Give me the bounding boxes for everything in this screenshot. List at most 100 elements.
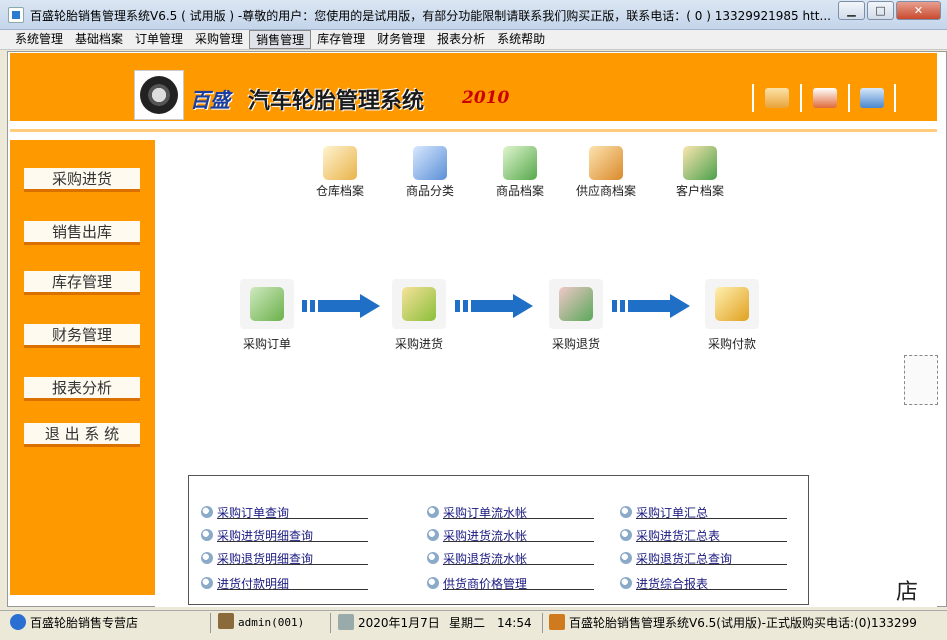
sidebar-item-reports[interactable]: 报表分析 bbox=[24, 377, 140, 401]
flow-arrow-2 bbox=[455, 294, 535, 318]
sidebar-item-sales-out[interactable]: 销售出库 bbox=[24, 221, 140, 245]
menu-finance[interactable]: 财务管理 bbox=[371, 30, 431, 49]
flow-purchase-in[interactable]: 采购进货 bbox=[379, 279, 459, 352]
brand-name: 百盛 bbox=[190, 88, 230, 112]
flow-purchase-return[interactable]: 采购退货 bbox=[536, 279, 616, 352]
sidebar-item-inventory[interactable]: 库存管理 bbox=[24, 271, 140, 295]
search-icon bbox=[620, 529, 632, 541]
sidebar: 采购进货 销售出库 库存管理 财务管理 报表分析 退 出 系 统 bbox=[10, 140, 155, 595]
menu-bar: 系统管理 基础档案 订单管理 采购管理 销售管理 库存管理 财务管理 报表分析 … bbox=[0, 30, 947, 50]
mail-icon bbox=[813, 88, 837, 108]
status-info-label: 百盛轮胎销售管理系统V6.5(试用版)-正式版购买电话:(0)133299 bbox=[569, 616, 917, 630]
purchase-in-icon bbox=[402, 287, 436, 321]
link-underline bbox=[444, 589, 594, 590]
search-icon bbox=[201, 577, 213, 589]
info-icon bbox=[10, 614, 26, 630]
flow-purchase-return-tile bbox=[549, 279, 603, 329]
supplier-records[interactable]: 供应商档案 bbox=[566, 146, 646, 199]
status-bar: 百盛轮胎销售专营店 admin(001) 2020年1月7日 星期二 14:54… bbox=[0, 610, 947, 640]
product-category-label: 商品分类 bbox=[405, 184, 454, 198]
calendar-icon bbox=[338, 614, 354, 630]
flow-arrow-3 bbox=[612, 294, 692, 318]
product-records-label: 商品档案 bbox=[495, 184, 544, 198]
flow-purchase-return-label: 采购退货 bbox=[551, 337, 600, 351]
user-icon bbox=[218, 613, 234, 629]
status-time: 14:54 bbox=[497, 616, 532, 630]
status-user: admin(001) bbox=[218, 613, 304, 633]
home-tool-button[interactable] bbox=[752, 84, 800, 112]
link-underline bbox=[218, 541, 368, 542]
product-icon bbox=[503, 146, 537, 180]
title-bar: 百盛轮胎销售管理系统V6.5 ( 试用版 ) -尊敬的用户：您使用的是试用版，有… bbox=[0, 0, 947, 30]
search-icon bbox=[620, 506, 632, 518]
sidebar-item-exit[interactable]: 退 出 系 统 bbox=[24, 423, 140, 447]
sidebar-item-purchase-in[interactable]: 采购进货 bbox=[24, 168, 140, 192]
link-underline bbox=[218, 589, 368, 590]
menu-sales[interactable]: 销售管理 bbox=[249, 30, 312, 49]
supplier-records-label: 供应商档案 bbox=[575, 184, 636, 198]
search-icon bbox=[427, 577, 439, 589]
monitor-icon bbox=[860, 88, 884, 108]
home-icon bbox=[765, 88, 789, 108]
status-separator bbox=[330, 613, 331, 633]
link-underline bbox=[444, 564, 594, 565]
side-panel-grip[interactable] bbox=[904, 355, 938, 405]
tire-icon bbox=[140, 76, 178, 114]
flow-purchase-order[interactable]: 采购订单 bbox=[227, 279, 307, 352]
search-icon bbox=[201, 506, 213, 518]
menu-orders[interactable]: 订单管理 bbox=[129, 30, 189, 49]
menu-inventory[interactable]: 库存管理 bbox=[311, 30, 371, 49]
flow-purchase-in-label: 采购进货 bbox=[394, 337, 443, 351]
flow-arrow-1 bbox=[302, 294, 382, 318]
settings-tool-button[interactable] bbox=[848, 84, 896, 112]
link-underline bbox=[637, 564, 787, 565]
link-underline bbox=[218, 564, 368, 565]
sidebar-item-finance[interactable]: 财务管理 bbox=[24, 324, 140, 348]
minimize-button[interactable]: ▁ bbox=[838, 1, 865, 20]
customer-records[interactable]: 客户档案 bbox=[660, 146, 740, 199]
product-records[interactable]: 商品档案 bbox=[480, 146, 560, 199]
search-icon bbox=[620, 552, 632, 564]
search-icon bbox=[427, 529, 439, 541]
supplier-icon bbox=[589, 146, 623, 180]
banner-divider-lower bbox=[10, 132, 937, 140]
menu-reports[interactable]: 报表分析 bbox=[431, 30, 491, 49]
warehouse-records[interactable]: 仓库档案 bbox=[300, 146, 380, 199]
product-category[interactable]: 商品分类 bbox=[390, 146, 470, 199]
status-separator bbox=[542, 613, 543, 633]
search-icon bbox=[201, 552, 213, 564]
flow-purchase-order-label: 采购订单 bbox=[242, 337, 291, 351]
flow-payment-label: 采购付款 bbox=[707, 337, 756, 351]
header-toolbar bbox=[752, 84, 896, 112]
link-underline bbox=[218, 518, 368, 519]
link-underline bbox=[637, 518, 787, 519]
maximize-button[interactable]: □ bbox=[867, 1, 894, 20]
search-icon bbox=[620, 577, 632, 589]
flow-payment[interactable]: 采购付款 bbox=[692, 279, 772, 352]
menu-purchase[interactable]: 采购管理 bbox=[189, 30, 249, 49]
flow-payment-tile bbox=[705, 279, 759, 329]
shop-text-fragment: 店 bbox=[896, 580, 919, 605]
search-icon bbox=[427, 506, 439, 518]
menu-help[interactable]: 系统帮助 bbox=[491, 30, 551, 49]
menu-system[interactable]: 系统管理 bbox=[9, 30, 69, 49]
home-icon bbox=[549, 614, 565, 630]
menu-base-records[interactable]: 基础档案 bbox=[69, 30, 129, 49]
mail-tool-button[interactable] bbox=[800, 84, 848, 112]
payment-icon bbox=[715, 287, 749, 321]
banner-divider bbox=[10, 121, 937, 129]
customer-icon bbox=[683, 146, 717, 180]
search-icon bbox=[201, 529, 213, 541]
status-date-label: 2020年1月7日 bbox=[358, 616, 440, 630]
app-icon bbox=[8, 7, 24, 23]
window-controls: ▁ □ ✕ bbox=[838, 1, 941, 20]
status-user-label: admin(001) bbox=[238, 616, 305, 629]
flow-purchase-order-tile bbox=[240, 279, 294, 329]
warehouse-records-label: 仓库档案 bbox=[315, 184, 364, 198]
window-title: 百盛轮胎销售管理系统V6.5 ( 试用版 ) -尊敬的用户：您使用的是试用版，有… bbox=[30, 9, 830, 23]
close-button[interactable]: ✕ bbox=[896, 1, 941, 20]
customer-records-label: 客户档案 bbox=[675, 184, 724, 198]
system-year: 2010 bbox=[462, 88, 510, 108]
purchase-return-icon bbox=[559, 287, 593, 321]
purchase-order-icon bbox=[250, 287, 284, 321]
